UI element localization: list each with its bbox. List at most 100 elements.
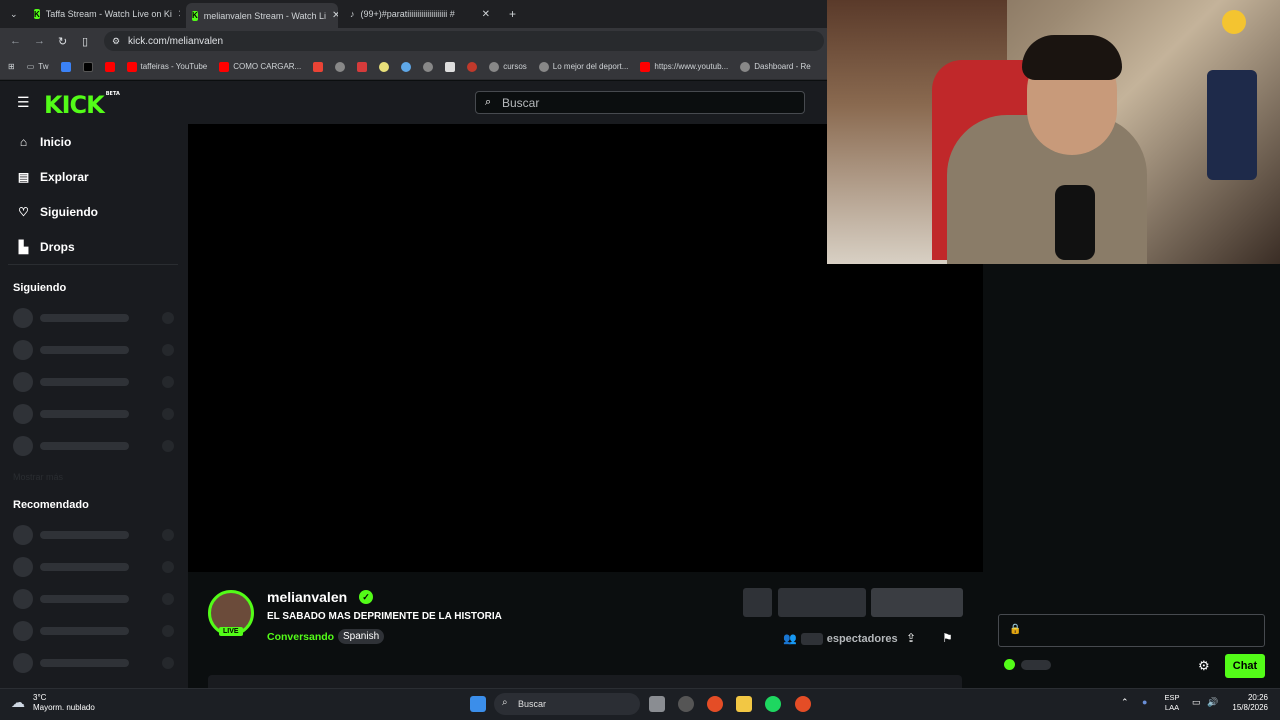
close-icon[interactable]: ✕: [332, 10, 338, 21]
lang-code: ESP: [1164, 693, 1180, 702]
globe-icon: [740, 61, 751, 72]
youtube-icon[interactable]: [104, 61, 115, 72]
close-icon[interactable]: ✕: [178, 9, 180, 20]
search-icon: ⌕: [485, 96, 492, 108]
content-panel: [208, 675, 962, 688]
bookmark-icon[interactable]: [379, 61, 390, 72]
menu-icon[interactable]: ☰: [17, 94, 30, 111]
tray-overflow-icon[interactable]: ⌃: [1121, 697, 1129, 708]
skeleton-channel-row: [13, 308, 178, 328]
sidebar-item-label: Siguiendo: [40, 205, 98, 219]
forward-icon[interactable]: →: [34, 35, 45, 47]
chrome-icon[interactable]: [795, 696, 811, 712]
bookmark-icon[interactable]: [445, 61, 456, 72]
viewer-count-skeleton: [800, 632, 823, 645]
bookmark-youtube-link[interactable]: https://www.youtub...: [640, 61, 728, 72]
bookmark-taffeiras[interactable]: taffeiras - YouTube: [126, 61, 207, 72]
kick-logo[interactable]: KICK BETA: [44, 91, 120, 119]
gmail-icon[interactable]: [313, 61, 324, 72]
windows-start-icon[interactable]: [470, 696, 486, 712]
url-text: kick.com/melianvalen: [128, 35, 224, 47]
weather-desc: Mayorm. nublado: [33, 703, 95, 712]
tab-list-button[interactable]: ⌄: [4, 4, 22, 24]
volume-icon[interactable]: 🔊: [1207, 697, 1218, 708]
tab-taffa[interactable]: K Taffa Stream - Watch Live on Ki ✕: [28, 4, 180, 24]
chat-input[interactable]: 🔒: [998, 614, 1265, 647]
bookmark-como-cargar[interactable]: COMO CARGAR...: [219, 61, 301, 72]
tab-melianvalen[interactable]: K melianvalen Stream - Watch Li ✕: [186, 3, 338, 28]
report-icon[interactable]: ⚑: [942, 631, 953, 645]
drops-icon: ▙: [18, 240, 29, 254]
tab-label: melianvalen Stream - Watch Li: [203, 10, 326, 21]
chrome-icon[interactable]: [707, 696, 723, 712]
apps-icon[interactable]: ⊞: [8, 62, 15, 71]
tiktok-icon: ♪: [350, 9, 355, 19]
show-more-link[interactable]: Mostrar más: [13, 472, 63, 482]
spotify-icon[interactable]: [765, 696, 781, 712]
sidebar-item-label: Inicio: [40, 135, 72, 149]
layout-code: LAA: [1164, 703, 1180, 712]
sidebar-item-siguiendo[interactable]: ♡ Siguiendo: [17, 205, 98, 219]
system-clock[interactable]: 20:26 15/8/2026: [1228, 693, 1268, 713]
points-skeleton: [1021, 660, 1051, 670]
recommended-section-title: Recomendado: [13, 499, 89, 511]
back-icon[interactable]: ←: [10, 35, 21, 47]
bookmark-cursos[interactable]: cursos: [489, 61, 527, 72]
bookmark-icon[interactable]: [357, 61, 368, 72]
sidebar-item-inicio[interactable]: ⌂ Inicio: [17, 135, 71, 149]
reload-icon[interactable]: ↻: [58, 35, 67, 48]
url-field[interactable]: ⚙ kick.com/melianvalen: [104, 31, 824, 51]
bookmark-lo-mejor[interactable]: Lo mejor del deport...: [538, 61, 629, 72]
taskbar-search[interactable]: ⌕ Buscar: [494, 693, 640, 715]
category-link[interactable]: Conversando: [267, 631, 334, 643]
skeleton-channel-row: [13, 653, 178, 673]
viewers-label: espectadores: [826, 632, 898, 645]
bookmark-dashboard[interactable]: Dashboard - Re: [740, 61, 811, 72]
weather-cloud-icon[interactable]: ☁: [11, 694, 25, 711]
network-icon[interactable]: ▭: [1192, 697, 1201, 708]
search-icon: ⌕: [502, 697, 508, 708]
bookmark-label: cursos: [503, 62, 527, 71]
task-view-icon[interactable]: [649, 696, 665, 712]
skeleton-channel-row: [13, 621, 178, 641]
settings-icon[interactable]: ⚙: [1198, 658, 1210, 674]
live-badge: LIVE: [219, 627, 243, 636]
close-icon[interactable]: ✕: [482, 9, 490, 20]
search-input[interactable]: ⌕ Buscar: [475, 91, 805, 114]
tab-tiktok[interactable]: ♪ (99+)#paratiiiiiiiiiiiiiiiiiiii # ✕: [344, 4, 496, 24]
tiktok-icon[interactable]: [82, 61, 93, 72]
channel-name[interactable]: melianvalen: [267, 589, 347, 605]
share-icon[interactable]: ⇪: [906, 631, 916, 645]
bookmark-label: Lo mejor del deport...: [552, 62, 629, 71]
globe-icon: [538, 61, 549, 72]
weather-widget[interactable]: 3°C Mayorm. nublado: [33, 693, 95, 713]
language-tag[interactable]: Spanish: [338, 629, 385, 644]
sidepanel-icon[interactable]: ▯: [82, 35, 88, 48]
sidebar-item-label: Drops: [40, 240, 75, 254]
obs-icon[interactable]: [678, 696, 694, 712]
microphone: [1055, 185, 1095, 260]
bookmark-folder-tw[interactable]: ▭ Tw: [27, 62, 49, 71]
bookmark-icon[interactable]: [60, 61, 71, 72]
bookmark-icon[interactable]: [401, 61, 412, 72]
chat-send-button[interactable]: Chat: [1225, 654, 1265, 678]
points-icon[interactable]: [1004, 659, 1015, 670]
sidebar-item-drops[interactable]: ▙ Drops: [17, 240, 75, 254]
globe-icon[interactable]: [423, 61, 434, 72]
skeleton-channel-row: [13, 589, 178, 609]
bookmark-label: Tw: [38, 62, 49, 71]
bookmark-label: Dashboard - Re: [754, 62, 811, 71]
mic-icon[interactable]: ●: [1142, 697, 1147, 707]
river-plate-icon[interactable]: [467, 61, 478, 72]
search-placeholder: Buscar: [502, 95, 540, 110]
new-tab-button[interactable]: +: [503, 4, 521, 24]
folder-icon: ▭: [26, 62, 35, 71]
sidebar-item-explorar[interactable]: ▤ Explorar: [17, 170, 89, 184]
webcam-overlay: [827, 0, 1280, 264]
sidebar: ⌂ Inicio ▤ Explorar ♡ Siguiendo ▙ Drops Sigu…: [0, 124, 188, 688]
globe-icon[interactable]: [335, 61, 346, 72]
sidebar-item-label: Explorar: [40, 170, 89, 184]
input-language[interactable]: ESP LAA: [1160, 693, 1184, 713]
site-info-icon[interactable]: ⚙: [112, 36, 120, 47]
file-explorer-icon[interactable]: [736, 696, 752, 712]
